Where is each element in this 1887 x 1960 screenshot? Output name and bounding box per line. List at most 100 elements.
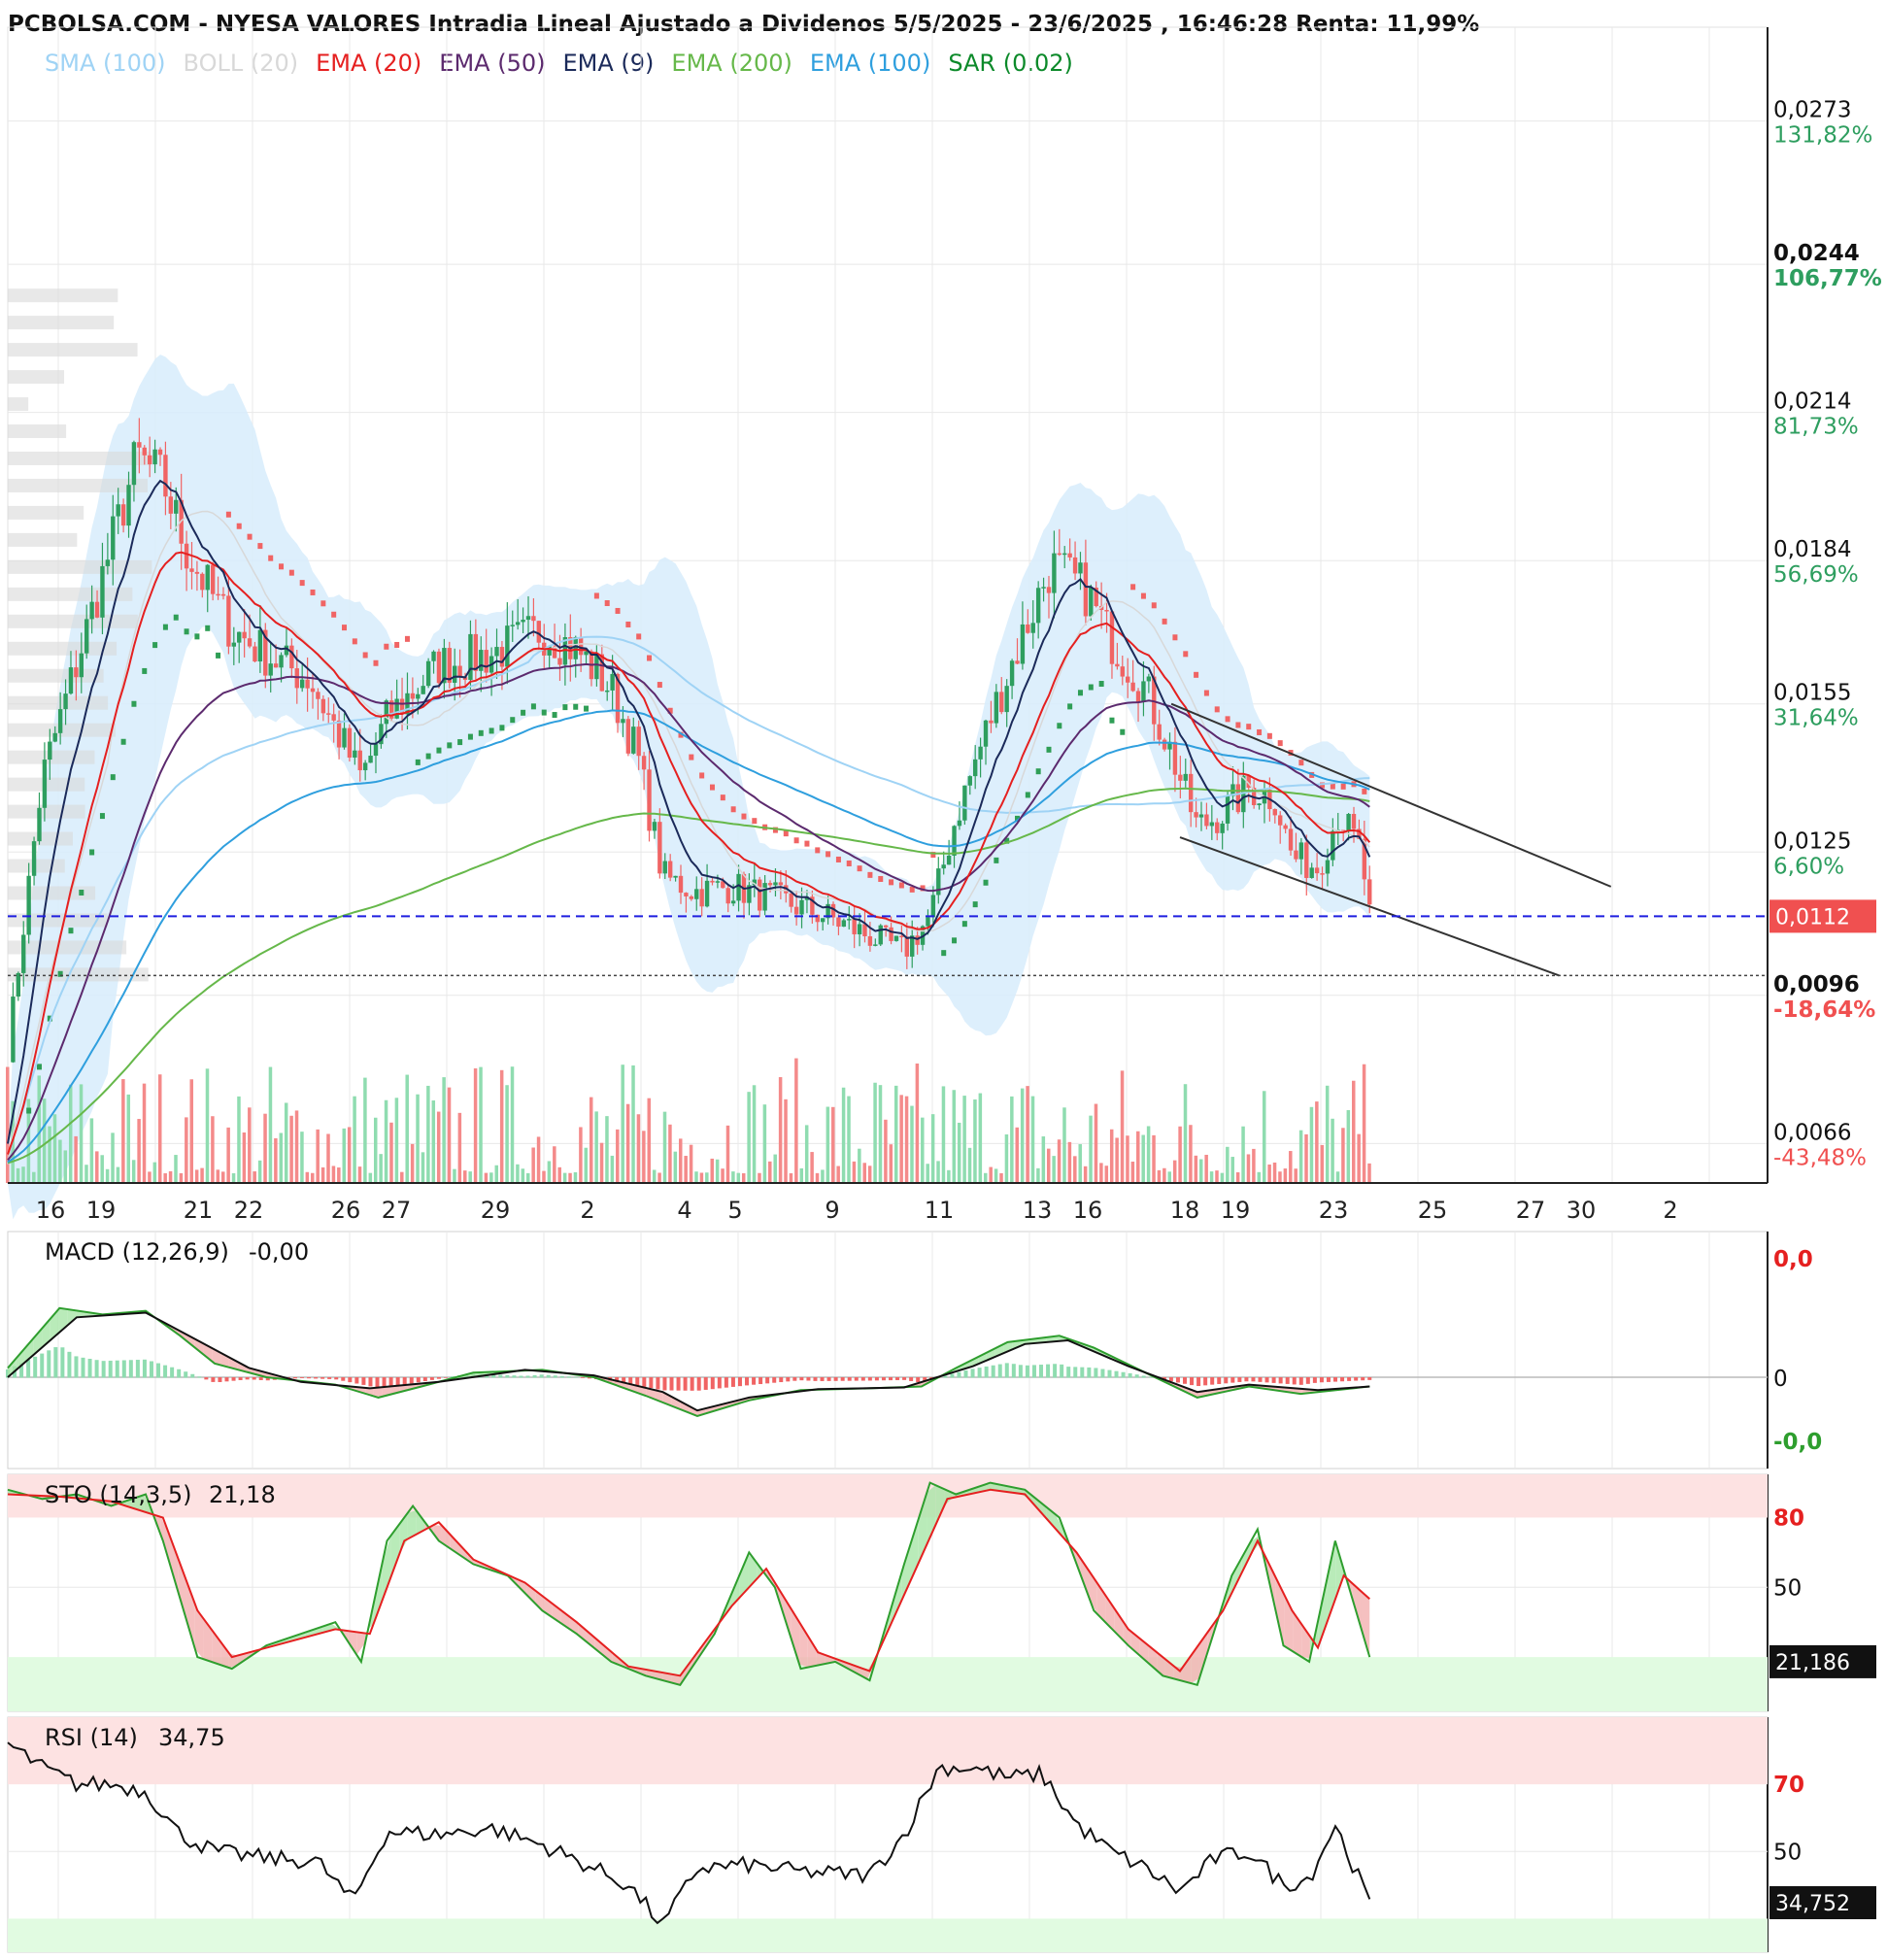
candle-body[interactable]	[326, 713, 331, 715]
candle-body[interactable]	[605, 690, 610, 693]
candle-body[interactable]	[157, 449, 163, 456]
candle-body[interactable]	[131, 442, 137, 486]
candle-body[interactable]	[857, 924, 862, 934]
candle-body[interactable]	[1130, 682, 1135, 692]
candle-body[interactable]	[105, 559, 111, 566]
candle-body[interactable]	[184, 543, 189, 569]
candle-body[interactable]	[89, 601, 94, 620]
candle-body[interactable]	[1046, 587, 1052, 593]
candle-body[interactable]	[1057, 553, 1062, 556]
candle-body[interactable]	[689, 896, 694, 899]
candle-body[interactable]	[852, 919, 857, 934]
candle-body[interactable]	[1204, 814, 1209, 827]
candle-body[interactable]	[174, 499, 179, 514]
candle-body[interactable]	[336, 720, 342, 748]
candle-body[interactable]	[436, 651, 442, 684]
candle-body[interactable]	[84, 619, 89, 654]
candle-body[interactable]	[778, 882, 784, 886]
candle-body[interactable]	[1141, 681, 1146, 702]
candle-body[interactable]	[294, 668, 299, 689]
candle-body[interactable]	[762, 883, 767, 911]
candle-body[interactable]	[899, 935, 904, 938]
candle-body[interactable]	[147, 455, 152, 465]
candle-body[interactable]	[74, 667, 79, 678]
candle-body[interactable]	[636, 727, 641, 757]
candle-body[interactable]	[1089, 588, 1094, 617]
candle-body[interactable]	[226, 595, 231, 647]
candle-body[interactable]	[368, 756, 373, 763]
candle-body[interactable]	[42, 760, 48, 808]
candle-body[interactable]	[305, 679, 310, 689]
candle-body[interactable]	[1126, 676, 1130, 683]
candle-body[interactable]	[452, 665, 457, 683]
candle-body[interactable]	[862, 924, 867, 936]
candle-body[interactable]	[978, 746, 983, 760]
candle-body[interactable]	[257, 629, 263, 662]
candle-body[interactable]	[1035, 588, 1041, 624]
candle-body[interactable]	[425, 660, 431, 687]
candle-body[interactable]	[253, 646, 257, 662]
candle-body[interactable]	[331, 714, 336, 721]
candle-body[interactable]	[279, 655, 284, 668]
candle-body[interactable]	[893, 935, 899, 941]
candle-body[interactable]	[1209, 822, 1215, 827]
candle-body[interactable]	[320, 698, 326, 714]
candle-body[interactable]	[1178, 774, 1183, 781]
candle-body[interactable]	[662, 861, 667, 874]
candle-body[interactable]	[847, 919, 852, 921]
candle-body[interactable]	[421, 686, 425, 694]
candle-body[interactable]	[310, 688, 316, 693]
candle-body[interactable]	[657, 822, 662, 874]
candle-body[interactable]	[525, 616, 531, 621]
candle-body[interactable]	[883, 925, 889, 928]
candle-body[interactable]	[773, 882, 778, 886]
candle-body[interactable]	[37, 807, 42, 842]
candle-body[interactable]	[289, 645, 294, 669]
candle-body[interactable]	[1115, 663, 1120, 667]
candle-body[interactable]	[152, 449, 157, 465]
candle-body[interactable]	[94, 601, 100, 618]
candle-body[interactable]	[799, 899, 804, 915]
candle-body[interactable]	[510, 625, 515, 626]
candle-body[interactable]	[1325, 860, 1331, 874]
candle-body[interactable]	[57, 709, 63, 733]
candle-body[interactable]	[1314, 867, 1320, 874]
candle-body[interactable]	[631, 727, 636, 754]
candle-body[interactable]	[189, 568, 194, 572]
candle-body[interactable]	[11, 997, 16, 1063]
candle-body[interactable]	[316, 692, 320, 699]
candle-body[interactable]	[362, 762, 368, 771]
candle-body[interactable]	[1083, 562, 1089, 617]
candle-body[interactable]	[1067, 553, 1072, 558]
candle-body[interactable]	[983, 720, 989, 747]
candle-body[interactable]	[889, 927, 893, 941]
candle-body[interactable]	[1298, 842, 1304, 860]
candle-body[interactable]	[878, 925, 883, 945]
candle-body[interactable]	[873, 944, 878, 946]
candle-body[interactable]	[79, 653, 84, 678]
candle-body[interactable]	[205, 564, 210, 591]
candle-body[interactable]	[373, 744, 379, 757]
candle-body[interactable]	[1188, 773, 1194, 813]
candle-body[interactable]	[930, 895, 936, 918]
candle-body[interactable]	[120, 504, 126, 526]
candle-body[interactable]	[699, 889, 704, 907]
candle-body[interactable]	[353, 750, 357, 759]
candle-body[interactable]	[736, 873, 741, 901]
candle-body[interactable]	[26, 875, 31, 935]
candle-body[interactable]	[1225, 795, 1230, 824]
candle-body[interactable]	[299, 679, 305, 689]
candle-body[interactable]	[163, 455, 168, 497]
candle-body[interactable]	[1257, 803, 1262, 805]
candle-body[interactable]	[1157, 724, 1162, 740]
candle-body[interactable]	[767, 883, 773, 886]
candle-body[interactable]	[967, 776, 972, 786]
candle-body[interactable]	[216, 593, 220, 596]
candle-body[interactable]	[1235, 784, 1241, 813]
candle-body[interactable]	[1367, 879, 1372, 905]
candle-body[interactable]	[479, 650, 484, 671]
candle-body[interactable]	[941, 864, 946, 869]
candle-body[interactable]	[1172, 741, 1178, 775]
candle-body[interactable]	[68, 667, 74, 694]
candle-body[interactable]	[1004, 686, 1009, 713]
